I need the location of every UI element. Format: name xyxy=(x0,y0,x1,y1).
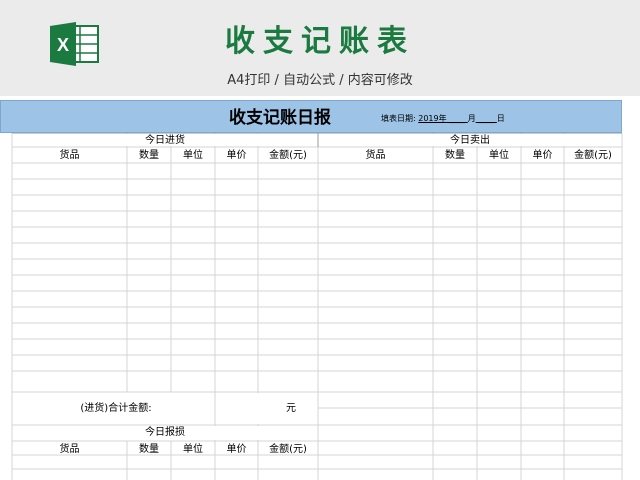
fill-date-month: 月 xyxy=(467,114,476,123)
sales-section-title: 今日卖出 xyxy=(450,135,490,146)
purchase-col-price: 单价 xyxy=(226,150,247,161)
loss-col-unit: 单位 xyxy=(183,444,203,455)
fill-date-day: 日 xyxy=(496,114,505,123)
banner-title: 收支记账表 xyxy=(225,24,415,59)
purchase-col-qty: 数量 xyxy=(139,150,159,161)
purchase-total-label: (进货)合计金额: xyxy=(80,403,152,414)
loss-col-qty: 数量 xyxy=(139,444,159,455)
fill-date-year[interactable]: 2019年 xyxy=(418,114,446,123)
spreadsheet-sheet[interactable]: 收支记账日报 填表日期: 2019年 ____ 月 ____ 日 今日进货 今日… xyxy=(0,96,640,480)
sales-col-amount: 金额(元) xyxy=(574,150,612,161)
loss-col-amount: 金额(元) xyxy=(269,444,307,455)
loss-col-price: 单价 xyxy=(226,444,247,455)
sales-col-qty: 数量 xyxy=(445,150,465,161)
purchase-col-unit: 单位 xyxy=(183,150,203,161)
sheet-header[interactable]: 收支记账日报 填表日期: 2019年 ____ 月 ____ 日 xyxy=(0,100,622,133)
purchase-col-goods: 货品 xyxy=(59,150,80,161)
sheet-title: 收支记账日报 xyxy=(229,108,331,128)
sales-col-goods: 货品 xyxy=(365,150,386,161)
loss-col-goods: 货品 xyxy=(59,444,80,455)
banner: X 收支记账表 A4打印 / 自动公式 / 内容可修改 xyxy=(0,0,640,96)
loss-section-title: 今日报损 xyxy=(145,427,185,438)
fill-date[interactable]: 填表日期: 2019年 ____ 月 ____ 日 xyxy=(381,113,505,125)
sales-col-price: 单价 xyxy=(532,150,553,161)
banner-subtitle: A4打印 / 自动公式 / 内容可修改 xyxy=(227,73,413,88)
purchase-section-title: 今日进货 xyxy=(145,135,185,146)
svg-text:X: X xyxy=(57,35,69,55)
purchase-col-amount: 金额(元) xyxy=(269,150,307,161)
sales-col-unit: 单位 xyxy=(489,150,509,161)
purchase-total-unit: 元 xyxy=(286,403,296,414)
fill-date-label: 填表日期: xyxy=(381,114,416,123)
excel-icon: X xyxy=(50,22,99,66)
